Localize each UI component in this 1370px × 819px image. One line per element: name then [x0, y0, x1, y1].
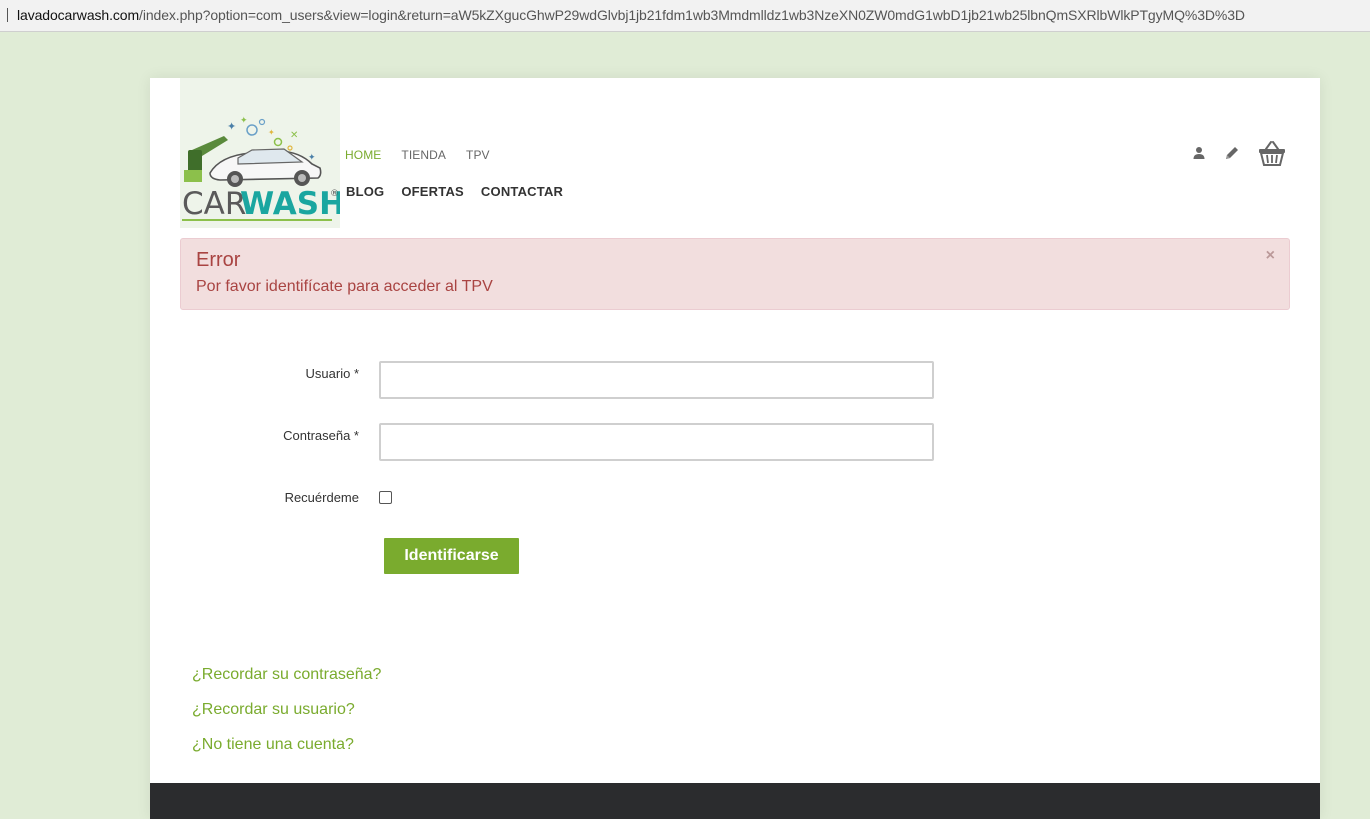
text-caret — [7, 8, 8, 22]
main-nav: BLOG OFERTAS CONTACTAR — [346, 184, 563, 199]
login-button[interactable]: Identificarse — [384, 538, 519, 574]
nav-link-tpv[interactable]: TPV — [466, 148, 490, 162]
logo-text-car: CAR — [182, 186, 246, 222]
alert-heading: Error — [196, 249, 241, 271]
remember-label: Recuérdeme — [284, 490, 359, 505]
header-icons — [1192, 140, 1286, 171]
carwash-logo-graphic: ✦ ✦ ✕ ✦ ✦ CAR WASH ® — [180, 78, 340, 228]
password-label: Contraseña * — [283, 428, 359, 443]
alert-message: Por favor identifícate para acceder al T… — [196, 278, 493, 295]
svg-text:✕: ✕ — [290, 130, 298, 141]
register-link[interactable]: ¿No tiene una cuenta? — [192, 735, 381, 754]
svg-text:✦: ✦ — [268, 128, 275, 137]
svg-text:✦: ✦ — [240, 116, 248, 126]
close-icon[interactable]: × — [1266, 247, 1275, 265]
login-help-links: ¿Recordar su contraseña? ¿Recordar su us… — [192, 665, 381, 770]
url-path: /index.php?option=com_users&view=login&r… — [139, 7, 1245, 23]
username-field[interactable] — [379, 361, 934, 399]
site-logo[interactable]: ✦ ✦ ✕ ✦ ✦ CAR WASH ® — [180, 78, 340, 228]
remember-checkbox[interactable] — [379, 491, 392, 504]
url-text[interactable]: lavadocarwash.com/index.php?option=com_u… — [17, 7, 1245, 23]
pencil-icon[interactable] — [1224, 145, 1240, 166]
nav-link-tienda[interactable]: TIENDA — [401, 148, 446, 162]
nav-link-ofertas[interactable]: OFERTAS — [401, 184, 464, 199]
logo-registered-mark: ® — [330, 189, 339, 199]
nav-link-contactar[interactable]: CONTACTAR — [481, 184, 563, 199]
top-nav: HOME TIENDA TPV — [345, 148, 490, 162]
password-field[interactable] — [379, 423, 934, 461]
username-label: Usuario * — [305, 366, 359, 381]
forgot-username-link[interactable]: ¿Recordar su usuario? — [192, 700, 381, 719]
nav-link-home[interactable]: HOME — [345, 148, 381, 162]
forgot-password-link[interactable]: ¿Recordar su contraseña? — [192, 665, 381, 684]
nav-link-blog[interactable]: BLOG — [346, 184, 384, 199]
svg-text:✦: ✦ — [227, 120, 236, 133]
url-domain: lavadocarwash.com — [17, 7, 140, 23]
basket-icon[interactable] — [1258, 140, 1286, 171]
logo-text-wash: WASH — [240, 186, 340, 222]
error-alert: Error Por favor identifícate para accede… — [180, 238, 1290, 310]
footer — [150, 783, 1320, 819]
page-container: ✦ ✦ ✕ ✦ ✦ CAR WASH ® HOME TIENDA TPV BLO… — [150, 78, 1320, 819]
browser-address-bar[interactable]: lavadocarwash.com/index.php?option=com_u… — [0, 0, 1370, 32]
user-icon[interactable] — [1192, 146, 1206, 165]
